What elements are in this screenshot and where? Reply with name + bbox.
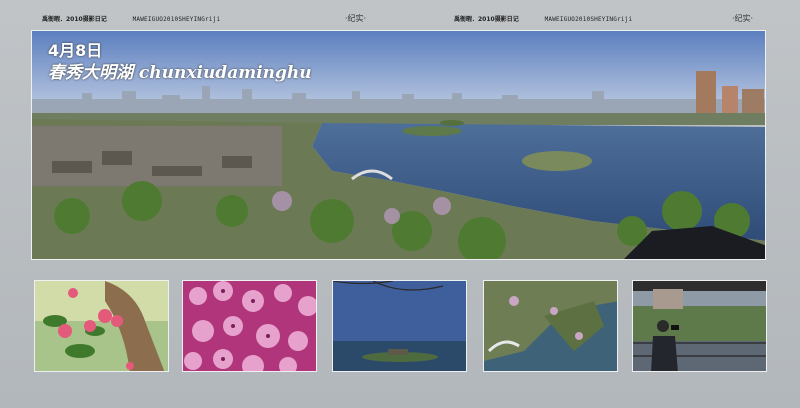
header-left-mark: ·纪实· (345, 14, 367, 23)
photographer-image (633, 281, 766, 371)
header-left-title: 禹衙暇．2010摄影日记 (42, 16, 107, 23)
header-right-mark: ·纪实· (732, 14, 754, 23)
header-left: 禹衙暇．2010摄影日记 MAWEIGUO2010SHEYINGriji (42, 14, 220, 23)
pink-flowers-image (183, 281, 316, 371)
header-right: 禹衙暇．2010摄影日记 MAWEIGUO2010SHEYINGriji (454, 14, 632, 23)
header-right-title: 禹衙暇．2010摄影日记 (454, 16, 519, 23)
lake-island-image (333, 281, 466, 371)
thumbnail-pink-flowers[interactable] (182, 280, 317, 372)
panorama-photo: 4月8日 春秀大明湖 chunxiudaminghu (31, 30, 766, 260)
header-left-code: MAWEIGUO2010SHEYINGriji (132, 16, 221, 23)
thumbnail-crabapple-blossoms[interactable] (34, 280, 169, 372)
thumbnail-aerial-bridge[interactable] (483, 280, 618, 372)
header-right-code: MAWEIGUO2010SHEYINGriji (544, 16, 633, 23)
thumbnail-lake-island[interactable] (332, 280, 467, 372)
panorama-title: 春秀大明湖 chunxiudaminghu (48, 63, 312, 83)
crabapple-image (35, 281, 168, 371)
aerial-bridge-image (484, 281, 617, 371)
page-background: 禹衙暇．2010摄影日记 MAWEIGUO2010SHEYINGriji ·纪实… (0, 0, 800, 408)
thumbnail-photographer[interactable] (632, 280, 767, 372)
